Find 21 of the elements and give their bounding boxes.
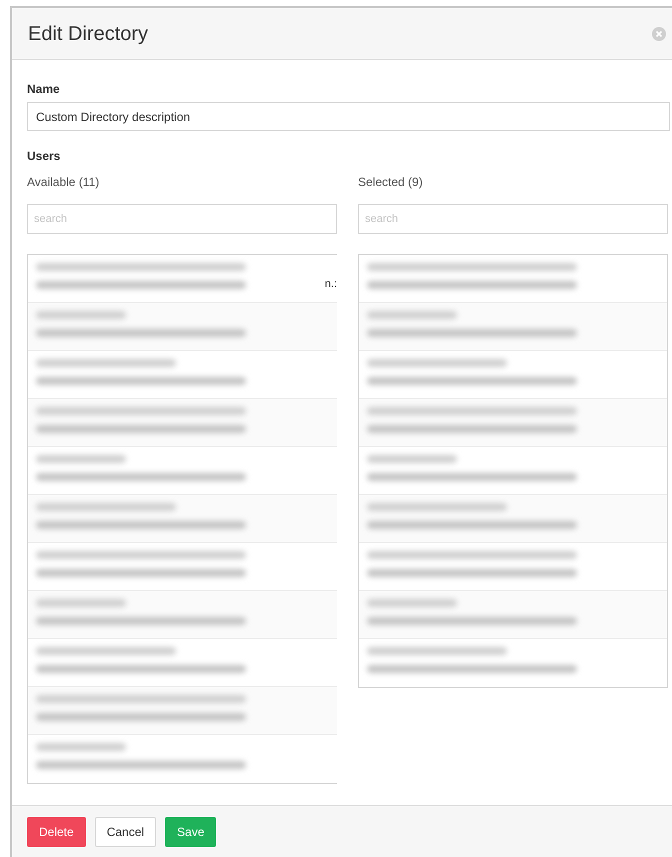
user-list-item[interactable] xyxy=(359,399,667,447)
user-list-item[interactable] xyxy=(28,495,337,543)
name-input-field[interactable]: Custom Directory description xyxy=(27,102,670,131)
user-list-item[interactable] xyxy=(28,303,337,351)
cancel-button[interactable]: Cancel xyxy=(94,816,156,846)
user-list-item[interactable] xyxy=(28,591,337,639)
truncated-text: n.: xyxy=(324,279,337,290)
list-label: Available (11) xyxy=(27,174,100,191)
user-list-item[interactable] xyxy=(28,399,337,447)
section-label: Users xyxy=(27,148,62,165)
delete-button[interactable]: Delete xyxy=(27,816,86,846)
search-field[interactable]: search xyxy=(27,204,337,234)
field-label: Name xyxy=(27,81,61,98)
search-field[interactable]: search xyxy=(358,204,668,234)
close-icon[interactable] xyxy=(652,26,666,40)
user-list-item[interactable] xyxy=(359,303,667,351)
user-list-item[interactable] xyxy=(28,687,337,735)
user-list-item[interactable] xyxy=(359,591,667,639)
user-list-item[interactable] xyxy=(359,495,667,543)
dialog-title: Edit Directory xyxy=(28,22,148,46)
list-label: Selected (9) xyxy=(358,174,424,191)
